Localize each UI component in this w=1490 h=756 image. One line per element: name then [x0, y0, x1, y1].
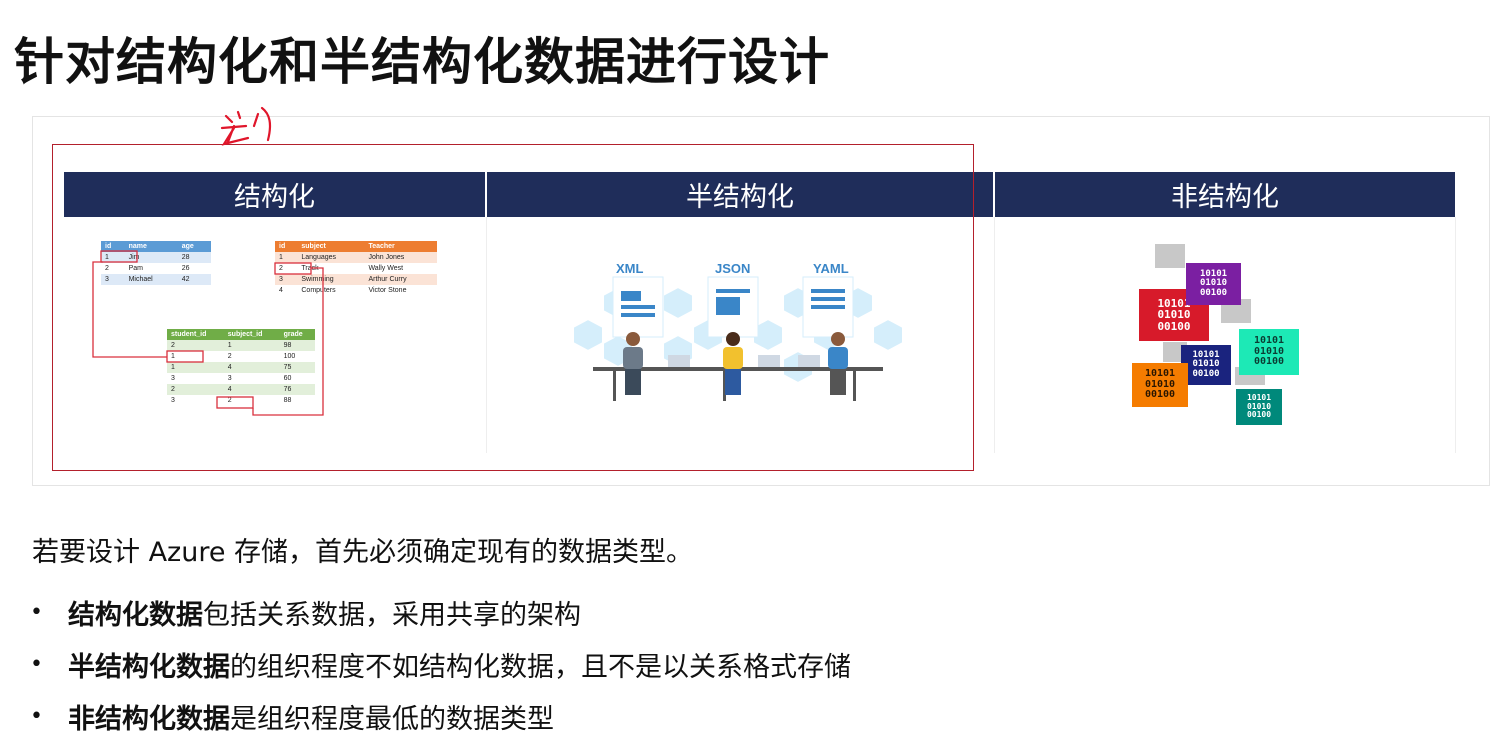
binary-line: 00100 [1253, 356, 1285, 368]
bullet-dot: • [30, 651, 43, 677]
bullet-term: 非结构化数据 [68, 703, 230, 735]
column-header-unstructured: 非结构化 [995, 172, 1455, 217]
binary-line: 00100 [1199, 287, 1228, 298]
bullet-item: • 结构化数据 包括关系数据，采用共享的架构 [30, 586, 851, 638]
bullet-dot: • [30, 703, 43, 729]
bullet-item: • 非结构化数据 是组织程度最低的数据类型 [30, 690, 851, 742]
annotation-highlight-box [52, 144, 974, 471]
bullet-list: • 结构化数据 包括关系数据，采用共享的架构 • 半结构化数据 的组织程度不如结构化… [30, 586, 851, 742]
bullet-dot: • [30, 599, 43, 625]
binary-line: 00100 [1246, 410, 1272, 420]
binary-block-teal: 10101 01010 00100 [1239, 329, 1299, 375]
bullet-text: 的组织程度不如结构化数据，且不是以关系格式存储 [230, 651, 851, 683]
slide-title: 针对结构化和半结构化数据进行设计 [14, 33, 830, 91]
gray-square [1155, 244, 1185, 268]
binary-line: 00100 [1157, 319, 1191, 333]
binary-block-orange: 10101 01010 00100 [1132, 363, 1188, 407]
binary-line: 00100 [1192, 368, 1220, 379]
bullet-item: • 半结构化数据 的组织程度不如结构化数据，且不是以关系格式存储 [30, 638, 851, 690]
intro-text: 若要设计 Azure 存储，首先必须确定现有的数据类型。 [32, 537, 694, 568]
bullet-term: 结构化数据 [68, 599, 203, 631]
binary-block-green: 10101 01010 00100 [1236, 389, 1282, 425]
bullet-text: 包括关系数据，采用共享的架构 [203, 599, 581, 631]
binary-line: 00100 [1144, 389, 1176, 401]
binary-block-purple: 10101 01010 00100 [1186, 263, 1241, 305]
bullet-term: 半结构化数据 [68, 651, 230, 683]
binary-block-navy: 10101 01010 00100 [1181, 345, 1231, 385]
bullet-text: 是组织程度最低的数据类型 [230, 703, 554, 735]
column-divider [994, 217, 995, 453]
column-divider [1455, 217, 1456, 453]
handwritten-annotation [220, 106, 272, 146]
